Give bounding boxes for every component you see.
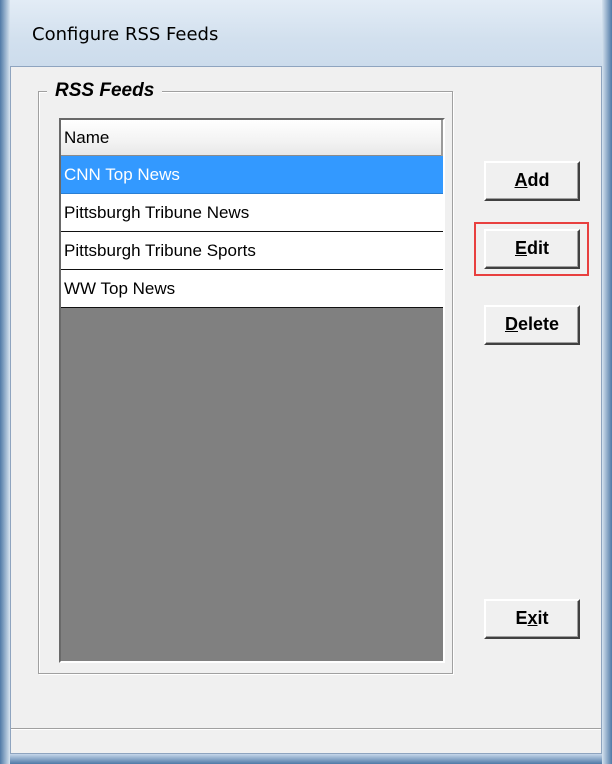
rss-feeds-groupbox: RSS Feeds Name CNN Top News Pittsburgh T… bbox=[38, 80, 453, 674]
dialog-client-area: RSS Feeds Name CNN Top News Pittsburgh T… bbox=[10, 66, 602, 754]
window-bottom-border bbox=[10, 754, 602, 764]
exit-button[interactable]: Exit bbox=[484, 599, 580, 639]
delete-label-rest: elete bbox=[517, 314, 560, 334]
list-item-label: Pittsburgh Tribune News bbox=[64, 203, 250, 222]
list-item-label: Pittsburgh Tribune Sports bbox=[64, 241, 256, 260]
list-item[interactable]: Pittsburgh Tribune News bbox=[61, 194, 443, 232]
delete-mnemonic: D bbox=[504, 314, 518, 334]
title-bar[interactable]: Configure RSS Feeds bbox=[10, 0, 602, 66]
add-button[interactable]: Add bbox=[484, 161, 580, 201]
add-mnemonic: A bbox=[514, 170, 528, 190]
edit-label-rest: dit bbox=[527, 238, 549, 258]
list-item-selected[interactable]: CNN Top News bbox=[61, 156, 443, 194]
list-item-label: WW Top News bbox=[64, 279, 176, 298]
status-bar bbox=[11, 728, 601, 753]
dialog-window: Configure RSS Feeds RSS Feeds Name CNN T… bbox=[0, 0, 612, 764]
column-separator[interactable] bbox=[441, 120, 443, 156]
add-label-rest: dd bbox=[527, 170, 550, 190]
window-title: Configure RSS Feeds bbox=[32, 24, 219, 45]
list-rows: CNN Top News Pittsburgh Tribune News Pit… bbox=[61, 156, 443, 308]
delete-button[interactable]: Delete bbox=[484, 305, 580, 345]
exit-label-rest: it bbox=[537, 608, 549, 628]
edit-mnemonic: E bbox=[514, 238, 527, 258]
list-item-label: CNN Top News bbox=[64, 165, 180, 184]
groupbox-legend: RSS Feeds bbox=[47, 80, 163, 102]
rss-feeds-list[interactable]: Name CNN Top News Pittsburgh Tribune New… bbox=[59, 118, 445, 663]
exit-label-pre: E bbox=[515, 608, 528, 628]
exit-mnemonic: x bbox=[527, 608, 538, 628]
list-item[interactable]: WW Top News bbox=[61, 270, 443, 308]
column-header-name[interactable]: Name bbox=[61, 120, 443, 156]
list-item[interactable]: Pittsburgh Tribune Sports bbox=[61, 232, 443, 270]
edit-button[interactable]: Edit bbox=[484, 229, 580, 269]
column-header-label: Name bbox=[64, 128, 110, 147]
